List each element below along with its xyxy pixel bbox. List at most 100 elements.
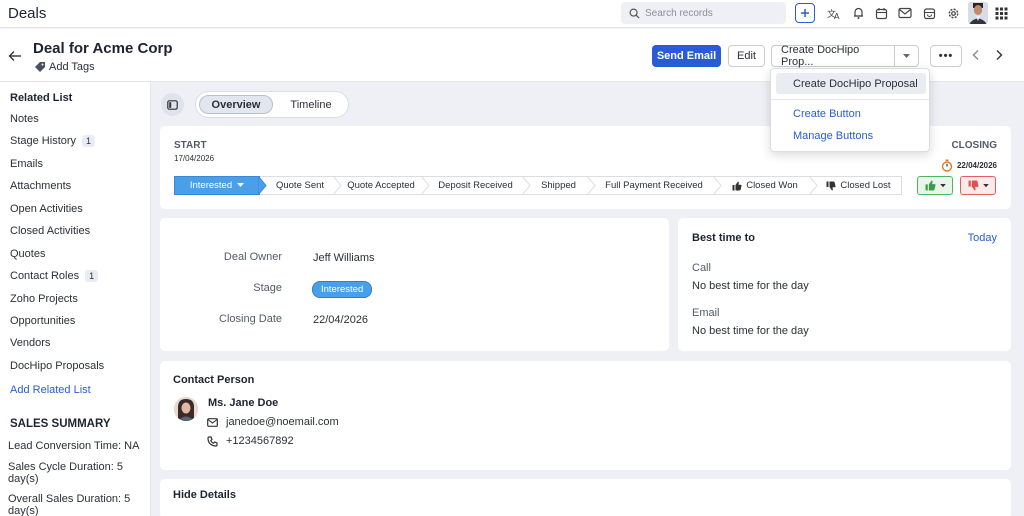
sidebar-item-label: Attachments	[10, 180, 72, 192]
sidebar-item-label: Notes	[10, 113, 39, 125]
sidebar-item-vendors[interactable]: Vendors	[10, 337, 50, 349]
tag-icon	[35, 62, 45, 72]
stage-label: Closed Won	[746, 180, 798, 191]
closing-date-value[interactable]: 22/04/2026	[313, 314, 368, 326]
thumbs-down-icon	[968, 180, 979, 191]
search-input[interactable]	[645, 7, 775, 19]
sidebar-item-label: Contact Roles	[10, 270, 80, 282]
summary-overall-sales-duration: Overall Sales Duration: 5 day(s)	[8, 493, 131, 516]
best-time-today-link[interactable]: Today	[968, 232, 997, 244]
best-time-call-value: No best time for the day	[692, 280, 809, 292]
sidebar-item-emails[interactable]: Emails	[10, 158, 43, 170]
stage-deposit-received[interactable]: Deposit Received	[422, 176, 531, 195]
closing-label: CLOSING	[951, 140, 997, 151]
store-icon[interactable]	[920, 4, 938, 22]
add-new-button[interactable]	[795, 3, 815, 23]
chevron-left-icon	[972, 50, 979, 60]
apps-grid-icon[interactable]	[992, 4, 1010, 22]
add-related-list-link[interactable]: Add Related List	[10, 384, 91, 396]
sidebar-item-dochipo-proposals[interactable]: DocHipo Proposals	[10, 360, 104, 372]
contact-name[interactable]: Ms. Jane Doe	[208, 397, 278, 409]
top-bar: Deals 文A	[0, 0, 1024, 28]
sidebar-item-zoho-projects[interactable]: Zoho Projects	[10, 293, 78, 305]
menu-item-manage-buttons[interactable]: Manage Buttons	[776, 125, 926, 146]
contact-email-row[interactable]: janedoe@noemail.com	[207, 416, 339, 428]
contact-email[interactable]: janedoe@noemail.com	[226, 416, 339, 428]
stage-pipeline: Interested Quote Sent Quote Accepted Dep…	[174, 176, 902, 195]
next-record-button[interactable]	[995, 49, 1003, 64]
avatar[interactable]	[968, 2, 988, 24]
send-email-button[interactable]: Send Email	[652, 45, 721, 67]
add-tags-label: Add Tags	[49, 61, 95, 73]
start-label: START	[174, 140, 207, 151]
sidebar-item-label: Open Activities	[10, 203, 83, 215]
tab-overview[interactable]: Overview	[199, 95, 273, 114]
add-tags-link[interactable]: Add Tags	[34, 61, 95, 73]
stage-shipped[interactable]: Shipped	[523, 176, 596, 195]
sidebar-item-stage-history[interactable]: Stage History 1	[10, 135, 96, 147]
stage-quote-sent[interactable]: Quote Sent	[260, 176, 342, 195]
sales-summary-heading: SALES SUMMARY	[10, 418, 111, 430]
stage-label: Full Payment Received	[605, 180, 703, 191]
count-badge: 1	[82, 135, 96, 147]
stage-label: Deposit Received	[438, 180, 513, 191]
back-button[interactable]	[8, 50, 22, 65]
sidebar-item-notes[interactable]: Notes	[10, 113, 39, 125]
sidebar-item-attachments[interactable]: Attachments	[10, 180, 71, 192]
caret-down-icon	[903, 53, 910, 58]
stage-interested[interactable]: Interested	[174, 176, 267, 195]
best-time-card: Best time to Today Call No best time for…	[678, 218, 1011, 351]
caret-down-icon	[982, 183, 989, 187]
stage-label: Stage	[253, 282, 282, 294]
create-proposal-dropdown-toggle[interactable]	[894, 45, 919, 67]
menu-item-create-dochipo-proposal[interactable]: Create DocHipo Proposal	[776, 73, 926, 94]
stage-closed-won[interactable]: Closed Won	[714, 176, 818, 195]
contact-phone-row[interactable]: +1234567892	[207, 435, 294, 447]
arrow-left-icon	[8, 51, 21, 61]
app-title: Deals	[8, 5, 47, 22]
mark-won-button[interactable]	[917, 176, 953, 195]
toggle-sidebar-button[interactable]	[161, 93, 184, 116]
create-dochipo-proposal-button[interactable]: Create DocHipo Prop...	[771, 44, 894, 68]
menu-item-create-button[interactable]: Create Button	[776, 103, 926, 124]
deal-owner-value[interactable]: Jeff Williams	[313, 252, 375, 264]
sidebar-item-label: Vendors	[10, 337, 51, 349]
sidebar-item-opportunities[interactable]: Opportunities	[10, 315, 75, 327]
tab-timeline[interactable]: Timeline	[280, 95, 342, 114]
stage-closed-lost[interactable]: Closed Lost	[810, 176, 902, 195]
hide-details-toggle[interactable]: Hide Details	[173, 489, 236, 501]
more-actions-button[interactable]: •••	[930, 45, 962, 67]
summary-sales-cycle-duration: Sales Cycle Duration: 5 day(s)	[8, 461, 123, 485]
stage-label: Closed Lost	[840, 180, 891, 191]
stage-quote-accepted[interactable]: Quote Accepted	[334, 176, 430, 195]
sidebar-item-closed-activities[interactable]: Closed Activities	[10, 225, 90, 237]
search-box[interactable]	[621, 2, 786, 24]
stage-label: Quote Accepted	[347, 180, 415, 191]
bell-icon[interactable]	[849, 4, 867, 22]
stopwatch-icon	[941, 159, 953, 172]
previous-record-button[interactable]	[972, 49, 980, 64]
translate-icon[interactable]: 文A	[825, 4, 843, 22]
mail-icon[interactable]	[896, 4, 914, 22]
sidebar-item-contact-roles[interactable]: Contact Roles 1	[10, 270, 99, 282]
contact-phone[interactable]: +1234567892	[226, 435, 294, 447]
calendar-icon[interactable]	[872, 4, 890, 22]
contact-avatar	[174, 397, 198, 421]
sidebar-item-quotes[interactable]: Quotes	[10, 248, 45, 260]
start-date: 17/04/2026	[174, 154, 215, 163]
count-badge: 1	[85, 270, 99, 282]
related-list-sidebar: Related List Notes Stage History 1 Emails…	[0, 82, 151, 516]
page-title: Deal for Acme Corp	[33, 40, 173, 57]
thumbs-up-icon	[925, 180, 936, 191]
mark-lost-button[interactable]	[960, 176, 996, 195]
stage-label: Interested	[189, 180, 233, 191]
stage-full-payment-received[interactable]: Full Payment Received	[588, 176, 722, 195]
deal-owner-label: Deal Owner	[223, 251, 282, 263]
plus-icon	[801, 9, 809, 17]
sidebar-item-open-activities[interactable]: Open Activities	[10, 203, 83, 215]
caret-down-icon	[939, 183, 946, 187]
best-time-email-value: No best time for the day	[692, 325, 809, 337]
stage-value-badge[interactable]: Interested	[312, 281, 373, 298]
gear-icon[interactable]	[944, 4, 962, 22]
edit-button[interactable]: Edit	[728, 45, 765, 67]
